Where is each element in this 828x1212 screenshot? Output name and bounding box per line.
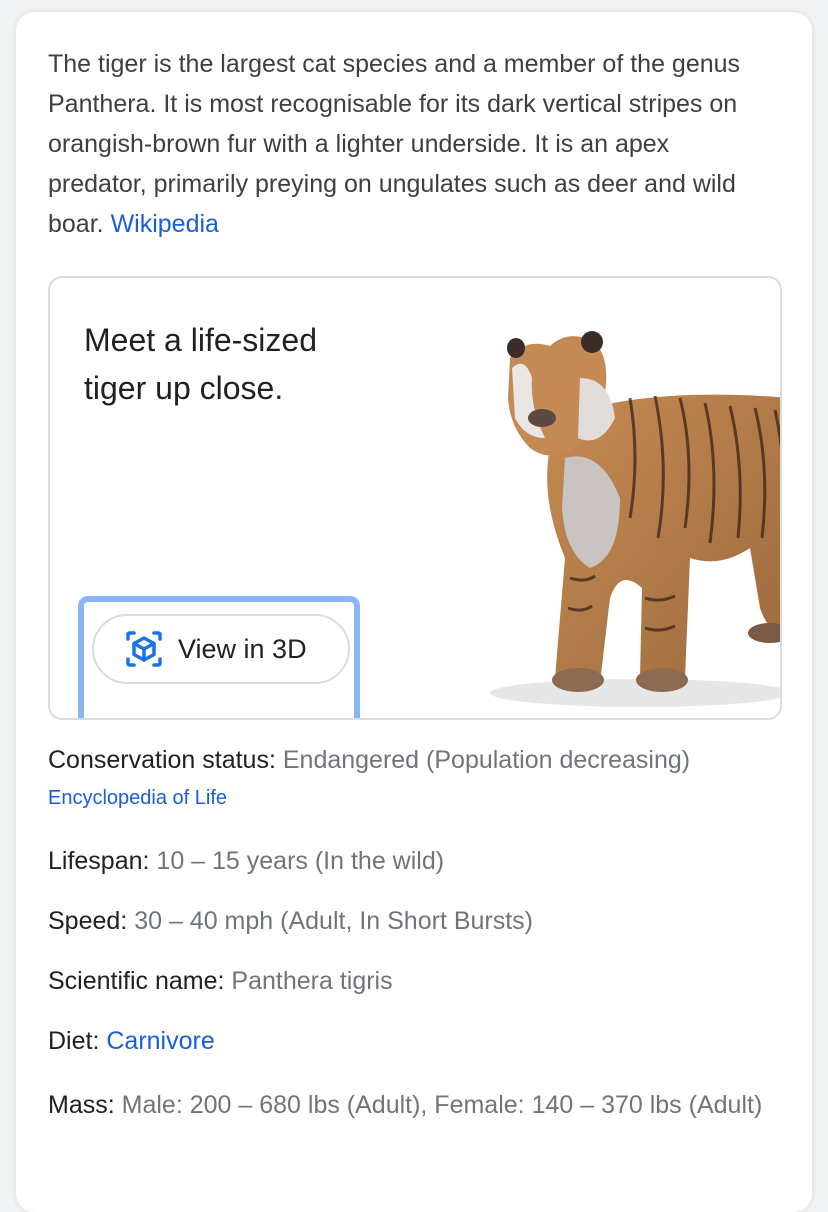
view-in-3d-label: View in 3D bbox=[178, 633, 307, 664]
fact-diet: Diet: Carnivore bbox=[48, 1025, 778, 1057]
fact-mass: Mass: Male: 200 – 680 lbs (Adult), Femal… bbox=[48, 1085, 778, 1125]
description: The tiger is the largest cat species and… bbox=[48, 44, 758, 244]
fact-conservation-status: Conservation status: Endangered (Populat… bbox=[48, 744, 778, 776]
fact-value: Male: 200 – 680 lbs (Adult), Female: 140… bbox=[121, 1091, 763, 1119]
fact-lifespan: Lifespan: 10 – 15 years (In the wild) bbox=[48, 845, 778, 877]
fact-label: Mass: bbox=[48, 1091, 115, 1119]
fact-scientific-name: Scientific name: Panthera tigris bbox=[48, 965, 778, 997]
fact-value: 30 – 40 mph (Adult, In Short Bursts) bbox=[134, 907, 534, 935]
view-in-3d-button[interactable]: View in 3D bbox=[92, 614, 350, 684]
carnivore-link[interactable]: Carnivore bbox=[106, 1027, 214, 1055]
fact-value: Endangered (Population decreasing) bbox=[282, 746, 691, 774]
encyclopedia-of-life-link[interactable]: Encyclopedia of Life bbox=[48, 787, 227, 810]
fact-label: Speed: bbox=[48, 907, 128, 935]
wikipedia-link[interactable]: Wikipedia bbox=[111, 210, 219, 238]
fact-label: Scientific name: bbox=[48, 967, 225, 995]
3d-cube-icon bbox=[126, 631, 162, 667]
fact-value: Panthera tigris bbox=[231, 967, 393, 995]
tiger-image bbox=[490, 331, 780, 707]
fact-label: Diet: bbox=[48, 1027, 100, 1055]
fact-label: Lifespan: bbox=[48, 847, 150, 875]
fact-value: 10 – 15 years (In the wild) bbox=[156, 847, 445, 875]
fact-label: Conservation status: bbox=[48, 746, 276, 774]
ar-card-title: Meet a life-sized tiger up close. bbox=[84, 322, 317, 406]
ar-3d-card[interactable]: Meet a life-sized tiger up close. View i… bbox=[48, 276, 782, 720]
fact-speed: Speed: 30 – 40 mph (Adult, In Short Burs… bbox=[48, 905, 778, 937]
